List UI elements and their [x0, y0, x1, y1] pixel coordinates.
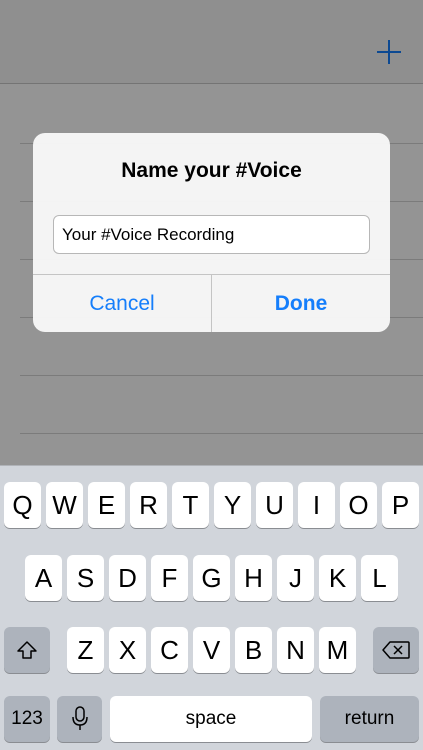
microphone-icon	[71, 706, 88, 730]
key-k[interactable]: K	[319, 555, 356, 601]
key-g[interactable]: G	[193, 555, 230, 601]
key-j[interactable]: J	[277, 555, 314, 601]
key-f[interactable]: F	[151, 555, 188, 601]
name-voice-alert: Name your #Voice Cancel Done	[33, 133, 390, 332]
key-e[interactable]: E	[88, 482, 125, 528]
key-u[interactable]: U	[256, 482, 293, 528]
delete-key[interactable]	[373, 627, 419, 673]
alert-title: Name your #Voice	[121, 159, 302, 182]
key-d[interactable]: D	[109, 555, 146, 601]
key-b[interactable]: B	[235, 627, 272, 673]
key-s[interactable]: S	[67, 555, 104, 601]
key-y[interactable]: Y	[214, 482, 251, 528]
key-o[interactable]: O	[340, 482, 377, 528]
done-button[interactable]: Done	[212, 275, 390, 332]
key-t[interactable]: T	[172, 482, 209, 528]
key-w[interactable]: W	[46, 482, 83, 528]
cancel-button[interactable]: Cancel	[33, 275, 211, 332]
key-z[interactable]: Z	[67, 627, 104, 673]
key-p[interactable]: P	[382, 482, 419, 528]
shift-icon	[17, 641, 37, 659]
key-n[interactable]: N	[277, 627, 314, 673]
delete-icon	[382, 641, 410, 659]
key-c[interactable]: C	[151, 627, 188, 673]
key-i[interactable]: I	[298, 482, 335, 528]
return-key[interactable]: return	[320, 696, 419, 742]
key-h[interactable]: H	[235, 555, 272, 601]
key-q[interactable]: Q	[4, 482, 41, 528]
recording-name-input[interactable]	[53, 215, 370, 254]
key-r[interactable]: R	[130, 482, 167, 528]
numbers-key[interactable]: 123	[4, 696, 50, 742]
space-key[interactable]: space	[110, 696, 312, 742]
keyboard: Q W E R T Y U I O P A S D F G H J K L Z …	[0, 465, 423, 750]
shift-key[interactable]	[4, 627, 50, 673]
key-m[interactable]: M	[319, 627, 356, 673]
key-l[interactable]: L	[361, 555, 398, 601]
key-v[interactable]: V	[193, 627, 230, 673]
key-a[interactable]: A	[25, 555, 62, 601]
key-x[interactable]: X	[109, 627, 146, 673]
dictation-key[interactable]	[57, 696, 102, 742]
